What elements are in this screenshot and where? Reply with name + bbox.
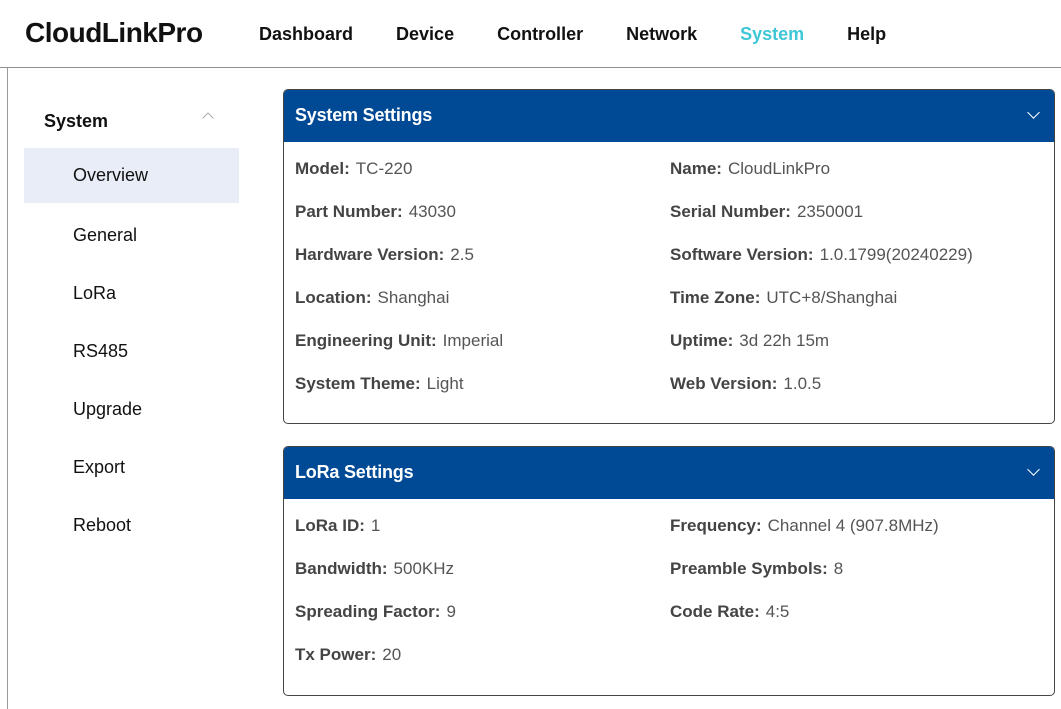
field-value: 20 [382,645,402,664]
field-label: System Theme: [295,374,421,393]
sidebar-item-upgrade[interactable]: Upgrade [24,380,239,438]
sidebar-item-export[interactable]: Export [24,438,239,496]
field-hardware-version: Hardware Version: 2.5 [295,245,474,265]
field-value: TC-220 [355,159,413,178]
field-name: Name: CloudLinkPro [670,159,830,179]
field-model: Model: TC-220 [295,159,412,179]
field-code-rate: Code Rate: 4:5 [670,602,789,622]
field-value: 1.0.1799(20240229) [819,245,973,264]
field-preamble-symbols: Preamble Symbols: 8 [670,559,843,579]
field-value: Light [426,374,464,393]
nav-network[interactable]: Network [626,24,697,45]
field-value: UTC+8/Shanghai [766,288,898,307]
field-value: 4:5 [765,602,790,621]
field-value: 2.5 [450,245,474,264]
nav-system[interactable]: System [740,24,804,45]
field-label: Bandwidth: [295,559,388,578]
nav-device[interactable]: Device [396,24,454,45]
field-value: 500KHz [393,559,455,578]
field-label: Tx Power: [295,645,377,664]
field-value: Imperial [442,331,504,350]
system-settings-title: System Settings [295,105,433,125]
field-web-version: Web Version: 1.0.5 [670,374,821,394]
field-software-version: Software Version: 1.0.1799(20240229) [670,245,973,265]
nav-help[interactable]: Help [847,24,886,45]
field-value: CloudLinkPro [727,159,831,178]
top-navigation-bar: CloudLinkPro Dashboard Device Controller… [0,0,1061,68]
field-bandwidth: Bandwidth: 500KHz [295,559,454,579]
lora-settings-header[interactable]: LoRa Settings [284,447,1054,499]
field-label: Model: [295,159,350,178]
sidebar-item-reboot[interactable]: Reboot [24,496,239,554]
field-lora-id: LoRa ID: 1 [295,516,380,536]
field-value: 3d 22h 15m [739,331,830,350]
field-frequency: Frequency: Channel 4 (907.8MHz) [670,516,939,536]
sidebar-item-lora[interactable]: LoRa [24,264,239,322]
sidebar-item-overview[interactable]: Overview [24,148,239,203]
field-label: Engineering Unit: [295,331,437,350]
field-value: 8 [833,559,844,578]
field-spreading-factor: Spreading Factor: 9 [295,602,456,622]
field-value: Channel 4 (907.8MHz) [767,516,939,535]
sidebar-group-title: System [44,111,109,131]
sidebar-item-rs485[interactable]: RS485 [24,322,239,380]
page-left-border [7,68,8,709]
field-label: Part Number: [295,202,403,221]
field-value: 43030 [408,202,456,221]
nav-controller[interactable]: Controller [497,24,583,45]
field-label: Location: [295,288,372,307]
main-nav: Dashboard Device Controller Network Syst… [259,24,929,45]
field-label: Code Rate: [670,602,760,621]
field-value: 1.0.5 [783,374,822,393]
field-label: Spreading Factor: [295,602,441,621]
field-serial-number: Serial Number: 2350001 [670,202,863,222]
field-label: Preamble Symbols: [670,559,828,578]
sidebar-group-system[interactable]: System [24,90,239,148]
chevron-down-icon[interactable] [1027,106,1040,119]
system-settings-header[interactable]: System Settings [284,90,1054,142]
field-label: Name: [670,159,722,178]
nav-dashboard[interactable]: Dashboard [259,24,353,45]
field-label: Software Version: [670,245,814,264]
field-value: 2350001 [796,202,864,221]
field-value: Shanghai [377,288,450,307]
field-part-number: Part Number: 43030 [295,202,456,222]
sidebar-item-general[interactable]: General [24,206,239,264]
field-system-theme: System Theme: Light [295,374,464,394]
system-settings-panel: System Settings Model: TC-220 Part Number… [283,89,1055,424]
lora-settings-panel: LoRa Settings LoRa ID: 1 Bandwidth: 500KHz… [283,446,1055,696]
field-label: Serial Number: [670,202,791,221]
field-label: Time Zone: [670,288,761,307]
field-tx-power: Tx Power: 20 [295,645,401,665]
field-value: 1 [370,516,381,535]
field-location: Location: Shanghai [295,288,449,308]
field-uptime: Uptime: 3d 22h 15m [670,331,829,351]
field-label: Frequency: [670,516,762,535]
field-value: 9 [446,602,456,621]
field-time-zone: Time Zone: UTC+8/Shanghai [670,288,897,308]
brand-logo[interactable]: CloudLinkPro [25,17,203,49]
field-label: Hardware Version: [295,245,445,264]
chevron-up-icon[interactable] [202,112,214,124]
field-engineering-unit: Engineering Unit: Imperial [295,331,503,351]
field-label: LoRa ID: [295,516,365,535]
chevron-down-icon[interactable] [1027,463,1040,476]
field-label: Web Version: [670,374,778,393]
sidebar: System Overview General LoRa RS485 Upgra… [24,90,239,554]
lora-settings-title: LoRa Settings [295,462,414,482]
field-label: Uptime: [670,331,734,350]
